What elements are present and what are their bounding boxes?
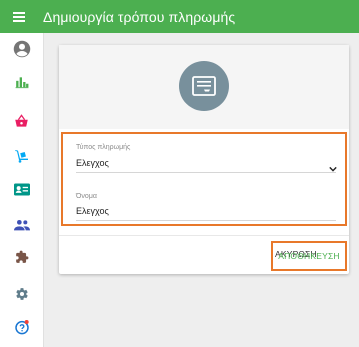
help-icon bbox=[14, 320, 29, 335]
puzzle-icon bbox=[15, 250, 28, 263]
name-input[interactable]: Ελεγχος bbox=[76, 206, 109, 216]
page-title: Δημιουργία τρόπου πληρωμής bbox=[43, 8, 236, 25]
payment-form: Τύπος πληρωμής Ελεγχος Όνομα Ελεγχος bbox=[61, 132, 347, 226]
payment-avatar bbox=[179, 61, 229, 111]
chevron-down-icon[interactable] bbox=[329, 159, 337, 177]
sidebar-item-users[interactable] bbox=[0, 209, 43, 241]
id-card-icon bbox=[13, 183, 30, 195]
sidebar-item-settings[interactable] bbox=[0, 278, 43, 310]
sidebar-item-account[interactable] bbox=[0, 33, 43, 65]
sidebar-item-statistics[interactable] bbox=[0, 66, 43, 98]
name-label: Όνομα bbox=[76, 193, 97, 200]
payment-type-select[interactable]: Ελεγχος bbox=[76, 158, 109, 168]
sidebar-item-extensions[interactable] bbox=[0, 241, 43, 273]
payment-type-underline bbox=[76, 172, 336, 173]
sidebar-item-orders[interactable] bbox=[0, 105, 43, 137]
name-underline bbox=[76, 220, 336, 221]
payment-type-label: Τύπος πληρωμής bbox=[76, 144, 131, 151]
bar-chart-icon bbox=[15, 77, 28, 89]
hamburger-menu-icon[interactable] bbox=[13, 11, 27, 23]
gear-icon bbox=[15, 288, 28, 300]
sidebar-item-customers[interactable] bbox=[0, 173, 43, 205]
receipt-icon bbox=[192, 76, 216, 96]
divider bbox=[59, 235, 349, 236]
basket-icon bbox=[15, 114, 28, 127]
sidebar-item-help[interactable] bbox=[0, 311, 43, 343]
sidebar bbox=[0, 33, 44, 347]
sidebar-item-delivery[interactable] bbox=[0, 140, 43, 172]
card-header bbox=[59, 45, 349, 129]
account-circle-icon bbox=[13, 40, 30, 58]
payment-method-card: Τύπος πληρωμής Ελεγχος Όνομα Ελεγχος ΑΚΥ… bbox=[59, 45, 349, 274]
app-bar: Δημιουργία τρόπου πληρωμής bbox=[0, 0, 359, 33]
delivery-icon bbox=[14, 150, 28, 163]
save-button[interactable]: ΑΠΟΘΗΚΕΥΣΗ bbox=[271, 241, 347, 271]
people-icon bbox=[13, 220, 30, 231]
save-button-label: ΑΠΟΘΗΚΕΥΣΗ bbox=[278, 251, 340, 261]
